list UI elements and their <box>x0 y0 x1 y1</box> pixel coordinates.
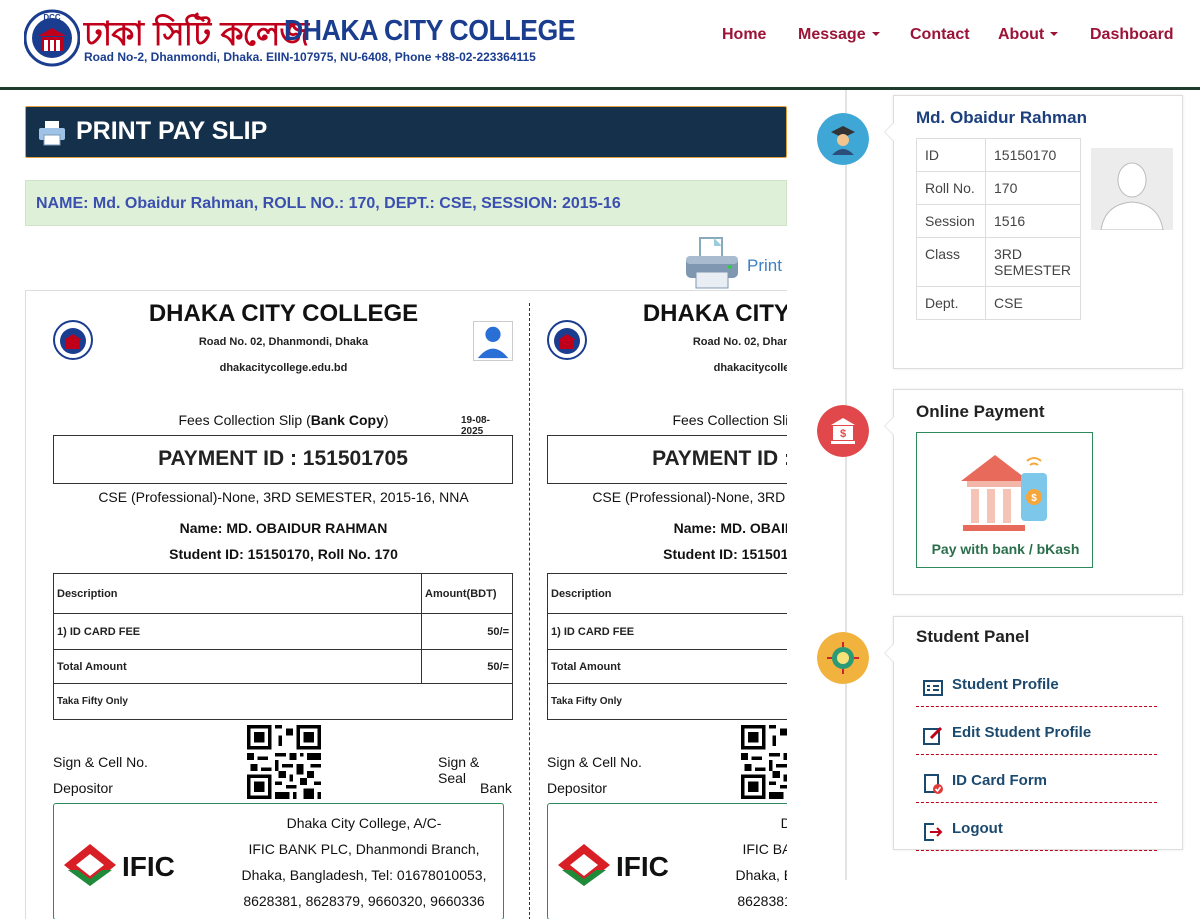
info-row: Class 3RD SEMESTER <box>916 237 1081 287</box>
slip-course: CSE (Professional)-None, 3RD SEMESTER, 2… <box>98 489 469 505</box>
pay-button-label: Pay with bank / bKash <box>931 541 1080 557</box>
table-row: Taka Fifty Only <box>547 683 787 720</box>
nav-contact[interactable]: Contact <box>910 26 970 44</box>
svg-text:$: $ <box>840 428 846 440</box>
slip-copy-label: Fees Collection Slip (Bank Copy) <box>672 412 787 428</box>
sign-depositor-label: Sign & Cell No. <box>53 754 148 770</box>
slip-student-id: Student ID: 15150170, Roll No. 170 <box>169 546 398 562</box>
graduate-icon <box>817 113 869 165</box>
print-label: Print <box>747 256 782 275</box>
fee-table: DescriptionAmount(BDT) 1) ID CARD FEE50/… <box>53 573 513 720</box>
bank-logo-text: IFIC <box>122 851 175 882</box>
page-title-bar: PRINT PAY SLIP <box>25 106 787 158</box>
bank-details: Dhaka City College, A/C-IFIC BANK PLC, D… <box>735 815 787 909</box>
table-row: Total Amount50/= <box>53 649 513 684</box>
college-address: Road No-2, Dhanmondi, Dhaka. EIIN-107975… <box>84 50 536 64</box>
slip-road: Road No. 02, Dhanmondi, Dhaka <box>692 336 787 348</box>
col-amount: Amount(BDT) <box>421 573 513 614</box>
qr-code-icon <box>247 725 321 799</box>
bank-payment-icon: $ <box>961 455 1047 531</box>
student-name: Md. Obaidur Rahman <box>916 108 1087 127</box>
depositor-label: Depositor <box>547 780 607 796</box>
pay-bank-bkash-button[interactable]: $ Pay with bank / bKash <box>916 432 1093 568</box>
info-row: Session 1516 <box>916 204 1081 238</box>
nav-dashboard[interactable]: Dashboard <box>1090 26 1174 44</box>
slip-road: Road No. 02, Dhanmondi, Dhaka <box>198 336 369 348</box>
svg-text:$: $ <box>1031 493 1037 504</box>
slip-college-name: DHAKA CITY COLLEGE <box>642 300 787 327</box>
info-row: ID 15150170 <box>916 138 1081 172</box>
timeline-line <box>845 90 847 880</box>
edit-icon <box>923 726 943 745</box>
qr-code-icon <box>741 725 787 799</box>
student-panel-title: Student Panel <box>916 627 1030 646</box>
payment-id: PAYMENT ID : 151501705 <box>53 435 513 484</box>
slip-student-name: Name: MD. OBAIDUR RAHMAN <box>673 520 787 536</box>
student-info-table: ID 15150170 Roll No. 170 Session 1516 Class… <box>916 138 1081 320</box>
nav-message-label: Message <box>798 26 866 43</box>
nav-about[interactable]: About <box>998 26 1059 44</box>
menu-logout[interactable]: Logout <box>916 803 1157 851</box>
student-info-panel: Md. Obaidur Rahman ID 15150170 Roll No. 17… <box>884 95 1183 369</box>
bank-info-box: IFIC Dhaka City College, A/C-IFIC BANK P… <box>53 803 504 919</box>
depositor-label: Depositor <box>53 780 113 796</box>
id-card-icon <box>923 680 943 696</box>
slip-course: CSE (Professional)-None, 3RD SEMESTER, 2… <box>592 489 787 505</box>
slip-college-copy: DHAKA CITY COLLEGE Road No. 02, Dhanmond… <box>520 291 787 919</box>
page-title: PRINT PAY SLIP <box>76 117 268 145</box>
nav-about-label: About <box>998 26 1045 43</box>
college-name-english: DHAKA CITY COLLEGE <box>284 15 576 47</box>
pay-slip-area: DHAKA CITY COLLEGE Road No. 02, Dhanmond… <box>25 290 787 919</box>
menu-student-profile[interactable]: Student Profile <box>916 659 1157 707</box>
college-logo-icon[interactable]: DCC <box>24 6 80 68</box>
ific-bank-logo-icon: IFIC <box>64 844 175 886</box>
col-description: Description <box>53 573 422 614</box>
table-row: 1) ID CARD FEE50/= <box>53 613 513 650</box>
slip-date: 19-08-2025 <box>461 415 490 437</box>
info-row: Roll No. 170 <box>916 171 1081 205</box>
nav-message[interactable]: Message <box>798 26 880 44</box>
slip-website: dhakacitycollege.edu.bd <box>219 362 348 374</box>
student-summary: NAME: Md. Obaidur Rahman, ROLL NO.: 170,… <box>25 180 787 226</box>
bank-label: Bank <box>480 780 512 796</box>
nav-home[interactable]: Home <box>722 26 766 44</box>
student-avatar-icon <box>473 321 513 361</box>
slip-student-name: Name: MD. OBAIDUR RAHMAN <box>179 520 388 536</box>
printer-icon <box>39 121 65 146</box>
slip-website: dhakacitycollege.edu.bd <box>713 362 787 374</box>
slip-college-name: DHAKA CITY COLLEGE <box>148 300 419 327</box>
student-panel: Student Panel Student Profile Edit Stude… <box>884 616 1183 851</box>
bank-details: Dhaka City College, A/C-IFIC BANK PLC, D… <box>241 815 487 909</box>
table-row: Total Amount50/= <box>547 649 787 684</box>
bank-info-box: IFIC Dhaka City College, A/C-IFIC BANK P… <box>547 803 787 919</box>
table-row: Taka Fifty Only <box>53 683 513 720</box>
bank-icon: $ <box>817 405 869 457</box>
chevron-down-icon <box>1050 32 1059 36</box>
online-payment-title: Online Payment <box>916 402 1045 421</box>
fee-table: DescriptionAmount(BDT) 1) ID CARD FEE50/… <box>547 573 787 720</box>
sign-depositor-label: Sign & Cell No. <box>547 754 642 770</box>
id-card-check-icon <box>924 774 943 794</box>
menu-edit-student-profile[interactable]: Edit Student Profile <box>916 707 1157 755</box>
slip-student-id: Student ID: 15150170, Roll No. 170 <box>663 546 787 562</box>
chevron-down-icon <box>871 32 880 36</box>
logo-text: DCC <box>43 13 61 22</box>
ific-bank-logo-icon: IFIC <box>558 844 669 886</box>
slip-bank-copy: DHAKA CITY COLLEGE Road No. 02, Dhanmond… <box>26 291 513 919</box>
info-row: Dept. CSE <box>916 286 1081 320</box>
svg-text:IFIC: IFIC <box>616 851 669 882</box>
online-payment-panel: Online Payment $ Pay with bank / bKash <box>884 389 1183 595</box>
print-button[interactable]: Print <box>684 236 794 292</box>
avatar <box>1091 148 1173 230</box>
menu-id-card-form[interactable]: ID Card Form <box>916 755 1157 803</box>
student-panel-icon <box>817 632 869 684</box>
site-header: DCC ঢাকা সিটি কলেজ DHAKA CITY COLLEGE Ro… <box>0 0 1200 90</box>
table-row: 1) ID CARD FEE50/= <box>547 613 787 650</box>
payment-id: PAYMENT ID : 151501705 <box>547 435 787 484</box>
logout-icon <box>924 823 943 841</box>
printer-icon <box>686 237 738 289</box>
